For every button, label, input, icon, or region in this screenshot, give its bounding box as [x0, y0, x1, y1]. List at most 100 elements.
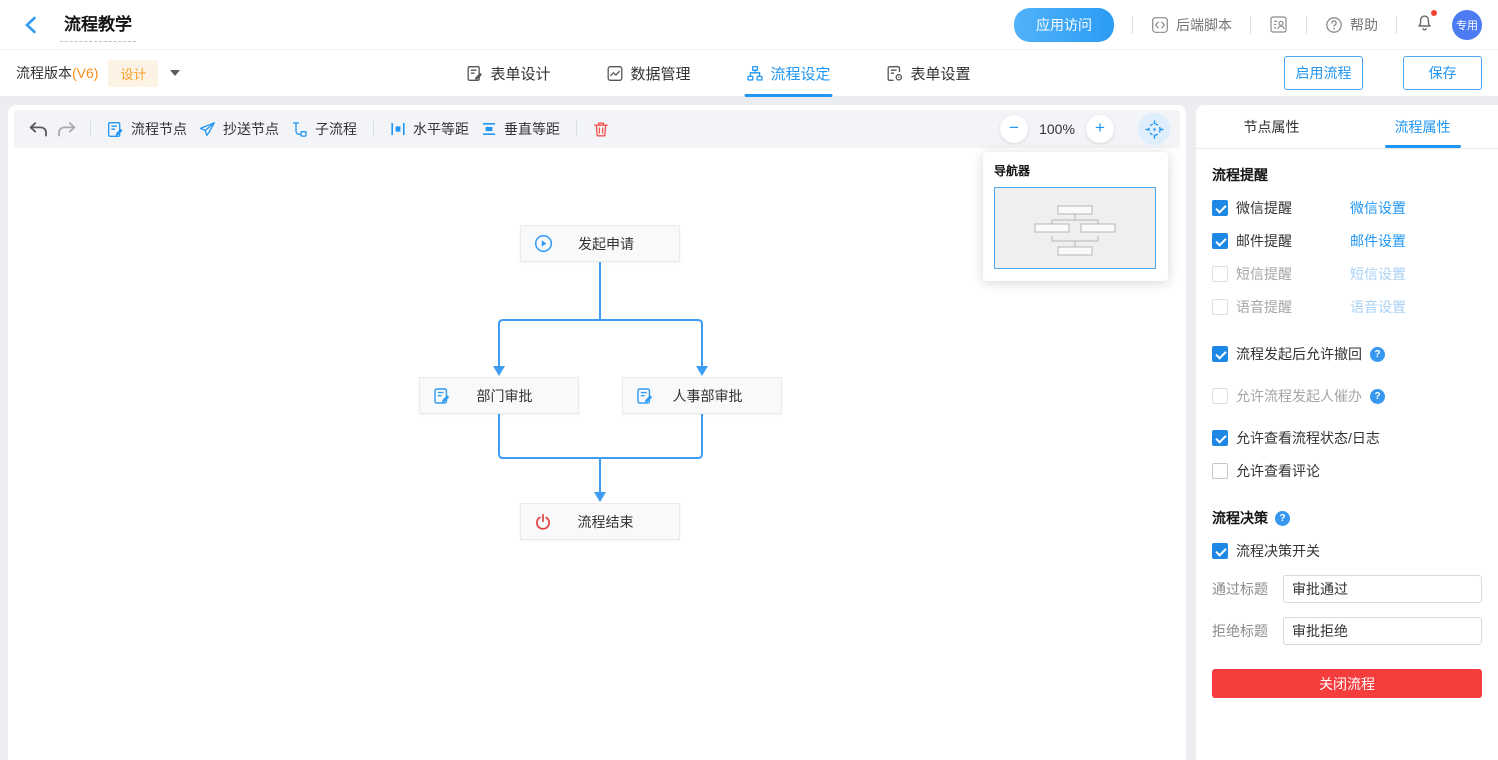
reminder-label: 微信提醒 — [1236, 200, 1292, 216]
option-row-allow-urge: 允许流程发起人催办 ? — [1212, 386, 1482, 406]
reminder-label: 语音提醒 — [1236, 299, 1292, 315]
tab-flow-setting[interactable]: 流程设定 — [744, 50, 833, 97]
navigator-title: 导航器 — [994, 164, 1031, 178]
log-button[interactable] — [1269, 15, 1288, 34]
enable-flow-button[interactable]: 启用流程 — [1284, 56, 1363, 90]
version-dropdown-caret-icon[interactable] — [170, 70, 181, 81]
notification-dot — [1430, 9, 1438, 17]
divider — [1132, 15, 1133, 34]
decision-switch-checkbox[interactable] — [1212, 543, 1228, 559]
divider — [90, 121, 91, 137]
redo-button[interactable] — [52, 115, 80, 143]
allow-urge-checkbox[interactable] — [1212, 388, 1228, 404]
allow-revoke-checkbox[interactable] — [1212, 346, 1228, 362]
zoom-level: 100% — [1039, 121, 1075, 137]
horizontal-space-label: 水平等距 — [413, 121, 469, 137]
reminder-row-sms: 短信提醒 短信设置 — [1212, 264, 1482, 284]
decision-help-icon[interactable]: ? — [1275, 510, 1290, 526]
flow-toolbar: 流程节点 抄送节点 子流程 水平等距 垂直等距 − 100% + — [14, 110, 1180, 148]
email-reminder-checkbox[interactable] — [1212, 233, 1228, 249]
design-badge[interactable]: 设计 — [108, 59, 159, 87]
voice-settings-link[interactable]: 语音设置 — [1350, 297, 1406, 317]
save-button[interactable]: 保存 — [1403, 56, 1482, 90]
version-number: (V6) — [72, 65, 99, 81]
email-settings-link[interactable]: 邮件设置 — [1350, 231, 1406, 251]
minimap-preview — [1034, 205, 1116, 256]
wechat-reminder-checkbox[interactable] — [1212, 200, 1228, 216]
reject-title-label: 拒绝标题 — [1212, 623, 1268, 639]
node-start[interactable]: 发起申请 — [520, 225, 680, 262]
sms-reminder-checkbox[interactable] — [1212, 266, 1228, 282]
locate-button[interactable] — [1138, 113, 1170, 145]
subflow-label: 子流程 — [315, 121, 357, 137]
power-icon — [534, 513, 552, 531]
decision-switch-row: 流程决策开关 — [1212, 541, 1482, 561]
add-cc-node-button[interactable]: 抄送节点 — [193, 119, 285, 139]
add-flow-node-button[interactable]: 流程节点 — [101, 119, 193, 139]
tab-form-settings[interactable]: 表单设置 — [885, 50, 973, 97]
approval-doc-icon — [636, 387, 654, 405]
avatar[interactable]: 专用 — [1452, 9, 1482, 40]
view-comments-checkbox[interactable] — [1212, 463, 1228, 479]
reminder-row-voice: 语音提醒 语音设置 — [1212, 297, 1482, 317]
close-flow-button[interactable]: 关闭流程 — [1212, 669, 1482, 698]
zoom-out-button[interactable]: − — [1000, 115, 1028, 143]
revoke-help-icon[interactable]: ? — [1370, 346, 1385, 362]
cc-node-icon — [199, 121, 216, 138]
voice-reminder-checkbox[interactable] — [1212, 299, 1228, 315]
navigator-panel: 导航器 — [983, 152, 1168, 281]
app-access-button[interactable]: 应用访问 — [1014, 7, 1114, 42]
vertical-space-button[interactable]: 垂直等距 — [475, 119, 566, 139]
undo-icon — [29, 121, 47, 136]
node-label: 流程结束 — [577, 513, 634, 530]
help-button[interactable]: 帮助 — [1325, 15, 1378, 35]
tab-flow-properties[interactable]: 流程属性 — [1347, 105, 1498, 148]
tab-node-properties[interactable]: 节点属性 — [1196, 105, 1347, 148]
undo-button[interactable] — [24, 115, 52, 143]
trash-icon — [594, 122, 608, 136]
view-status-checkbox[interactable] — [1212, 430, 1228, 446]
form-design-icon — [466, 65, 483, 82]
version-label: 流程版本 — [16, 65, 72, 81]
reminder-section-title: 流程提醒 — [1212, 167, 1268, 183]
tab-data-manage[interactable]: 数据管理 — [605, 50, 693, 97]
option-row-allow-revoke: 流程发起后允许撤回 ? — [1212, 344, 1482, 364]
flow-node-label: 流程节点 — [131, 121, 187, 137]
option-row-view-status: 允许查看流程状态/日志 — [1212, 428, 1482, 448]
vertical-space-label: 垂直等距 — [504, 121, 560, 137]
zoom-in-button[interactable]: + — [1086, 115, 1114, 143]
node-end[interactable]: 流程结束 — [520, 503, 680, 540]
horizontal-space-button[interactable]: 水平等距 — [384, 119, 475, 139]
sub-bar: 流程版本 (V6) 设计 表单设计 数据管理 流程设定 表单设置 启用流程 保存 — [0, 50, 1498, 97]
node-label: 人事部审批 — [672, 387, 743, 404]
reject-title-input[interactable] — [1283, 617, 1482, 645]
urge-help-icon[interactable]: ? — [1370, 388, 1385, 404]
node-hr-approval[interactable]: 人事部审批 — [622, 377, 782, 414]
flow-setting-icon — [747, 65, 764, 82]
notifications-button[interactable] — [1415, 9, 1438, 37]
flow-canvas[interactable]: 流程节点 抄送节点 子流程 水平等距 垂直等距 − 100% + 导航器 发起申… — [8, 105, 1186, 760]
code-icon — [1151, 16, 1169, 34]
help-label: 帮助 — [1350, 16, 1378, 33]
pass-title-input[interactable] — [1283, 575, 1482, 603]
properties-sidebar: 节点属性 流程属性 流程提醒 微信提醒 微信设置 邮件提醒 邮件设置 短信提醒 … — [1196, 105, 1498, 760]
tab-form-design[interactable]: 表单设计 — [464, 50, 552, 97]
sms-settings-link[interactable]: 短信设置 — [1350, 264, 1406, 284]
delete-button[interactable] — [587, 115, 615, 143]
back-button[interactable] — [18, 12, 44, 38]
back-chevron-icon — [25, 16, 36, 33]
redo-icon — [57, 121, 75, 136]
wechat-settings-link[interactable]: 微信设置 — [1350, 198, 1406, 218]
tab-label: 表单设置 — [910, 66, 971, 83]
reminder-label: 邮件提醒 — [1236, 233, 1292, 249]
flow-node-icon — [107, 121, 124, 138]
minimap[interactable] — [994, 187, 1156, 269]
divider — [576, 121, 577, 137]
vertical-space-icon — [481, 121, 497, 137]
approval-doc-icon — [433, 387, 451, 405]
add-subflow-button[interactable]: 子流程 — [285, 119, 363, 139]
tab-label: 表单设计 — [490, 66, 551, 83]
backend-script-button[interactable]: 后端脚本 — [1151, 15, 1232, 35]
divider — [1250, 15, 1251, 34]
node-dept-approval[interactable]: 部门审批 — [419, 377, 579, 414]
